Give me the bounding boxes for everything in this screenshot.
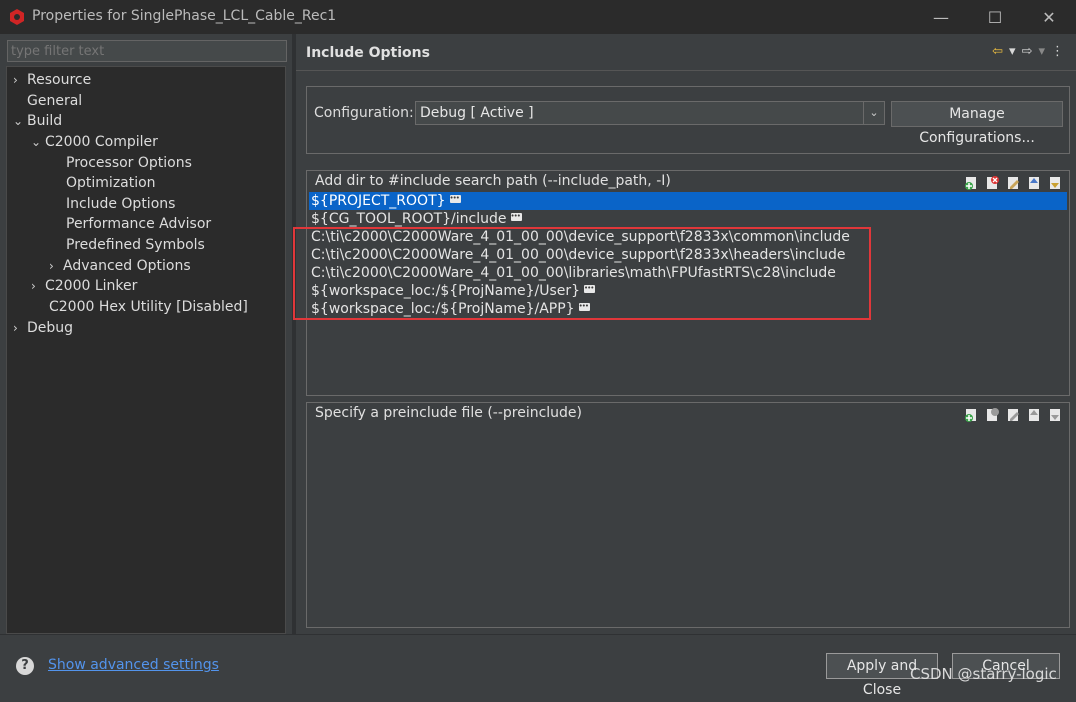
back-arrow-icon[interactable]: ⇦: [992, 44, 1003, 59]
tree-item-label: C2000 Hex Utility [Disabled]: [49, 299, 248, 315]
chevron-right-icon[interactable]: ›: [13, 318, 27, 338]
page-title: Include Options: [306, 45, 430, 61]
tree-item-label: C2000 Linker: [45, 278, 138, 294]
highlight-annotation: [293, 227, 871, 320]
tree-item-optimization[interactable]: Optimization: [66, 173, 156, 193]
include-path-item[interactable]: ${CG_TOOL_ROOT}/include: [309, 207, 1067, 228]
move-up-icon[interactable]: [1027, 175, 1042, 190]
tree-item-predefined-symbols[interactable]: Predefined Symbols: [66, 235, 205, 255]
configuration-group: Configuration: Debug [ Active ] ⌄ Manage…: [306, 86, 1070, 154]
close-icon: ✕: [1042, 7, 1056, 27]
tree-item-resource[interactable]: › Resource: [13, 70, 91, 90]
view-menu-icon[interactable]: ⋮: [1051, 44, 1064, 59]
chevron-right-icon[interactable]: ›: [31, 276, 45, 296]
chevron-down-icon[interactable]: ⌄: [31, 132, 45, 152]
maximize-icon: ☐: [987, 7, 1003, 27]
tree-item-label: Processor Options: [66, 155, 192, 171]
delete-icon[interactable]: [985, 175, 1000, 190]
close-button[interactable]: ✕: [1026, 0, 1072, 34]
tree-item-build[interactable]: ⌄ Build: [13, 111, 62, 131]
forward-arrow-icon[interactable]: ⇨: [1022, 44, 1033, 59]
watermark: CSDN @starry-logic: [910, 665, 1057, 683]
tree-item-c2000-linker[interactable]: › C2000 Linker: [31, 276, 137, 296]
move-down-icon[interactable]: [1048, 407, 1063, 422]
title-bar: Properties for SinglePhase_LCL_Cable_Rec…: [0, 0, 1076, 34]
tree-item-label: Build: [27, 113, 63, 129]
window-title: Properties for SinglePhase_LCL_Cable_Rec…: [32, 8, 337, 24]
move-down-icon[interactable]: [1048, 175, 1063, 190]
more-icon: [449, 189, 461, 207]
tree-item-label: Resource: [27, 72, 92, 88]
right-pane: Include Options ⇦ ▾ ⇨ ▾ ⋮ Configuration:…: [296, 34, 1076, 634]
left-pane: ›Resource General ⌄Build ⌄C2000 Compiler…: [0, 34, 292, 634]
more-icon: [510, 207, 522, 225]
minimize-button[interactable]: —: [918, 0, 964, 34]
preinclude-header: Specify a preinclude file (--preinclude): [315, 405, 583, 421]
app-logo-icon: [10, 9, 24, 25]
tree-item-label: Advanced Options: [63, 258, 191, 274]
tree-item-label: Optimization: [66, 175, 156, 191]
manage-configurations-button[interactable]: Manage Configurations...: [891, 101, 1063, 146]
tree-item-label: General: [27, 93, 83, 109]
tree-item-label: Include Options: [66, 196, 176, 212]
chevron-right-icon[interactable]: ›: [13, 70, 27, 90]
include-path-item[interactable]: ${PROJECT_ROOT}: [309, 189, 1067, 210]
preinclude-toolbar: [964, 407, 1063, 422]
configuration-value: Debug [ Active ]: [420, 105, 534, 121]
configuration-select[interactable]: Debug [ Active ] ⌄: [415, 101, 885, 125]
add-icon[interactable]: [964, 175, 979, 190]
tree-item-label: Predefined Symbols: [66, 237, 205, 253]
tree-item-c2000-hex-utility[interactable]: C2000 Hex Utility [Disabled]: [49, 297, 248, 317]
tree-item-performance-advisor[interactable]: Performance Advisor: [66, 214, 211, 234]
header-separator: [296, 70, 1076, 71]
move-up-icon[interactable]: [1027, 407, 1042, 422]
maximize-button[interactable]: ☐: [972, 0, 1018, 34]
tree-item-include-options[interactable]: Include Options: [66, 194, 175, 214]
help-icon[interactable]: ?: [16, 657, 34, 675]
include-path-header: Add dir to #include search path (--inclu…: [315, 173, 671, 189]
chevron-right-icon[interactable]: ›: [49, 256, 63, 276]
chevron-down-icon[interactable]: ⌄: [863, 102, 884, 124]
forward-dropdown-icon[interactable]: ▾: [1038, 44, 1045, 59]
show-advanced-settings-link[interactable]: Show advanced settings: [48, 657, 219, 673]
tree-item-label: Performance Advisor: [66, 216, 212, 232]
tree-item-label: Debug: [27, 320, 74, 336]
minimize-icon: —: [933, 7, 949, 27]
configuration-label: Configuration:: [314, 105, 414, 121]
property-tree: › Resource General ⌄ Build ⌄ C2000 Compiler…: [6, 66, 286, 634]
tree-item-debug[interactable]: › Debug: [13, 318, 73, 338]
add-icon[interactable]: [964, 407, 979, 422]
back-dropdown-icon[interactable]: ▾: [1009, 44, 1016, 59]
edit-icon[interactable]: [1006, 407, 1021, 422]
tree-item-c2000-compiler[interactable]: ⌄ C2000 Compiler: [31, 132, 158, 152]
include-path-toolbar: [964, 175, 1063, 190]
delete-icon[interactable]: [985, 407, 1000, 422]
page-nav: ⇦ ▾ ⇨ ▾ ⋮: [992, 42, 1064, 60]
tree-item-processor-options[interactable]: Processor Options: [66, 153, 192, 173]
edit-icon[interactable]: [1006, 175, 1021, 190]
chevron-down-icon[interactable]: ⌄: [13, 111, 27, 131]
tree-item-advanced-options[interactable]: › Advanced Options: [49, 256, 191, 276]
filter-input[interactable]: [7, 40, 287, 62]
tree-item-label: C2000 Compiler: [45, 134, 158, 150]
preinclude-panel: Specify a preinclude file (--preinclude): [306, 402, 1070, 628]
tree-item-general[interactable]: General: [13, 91, 82, 111]
